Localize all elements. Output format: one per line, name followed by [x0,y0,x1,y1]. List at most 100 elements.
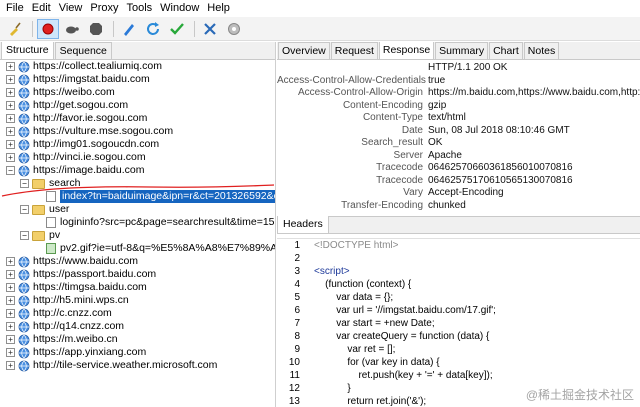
tree-node[interactable]: − search [0,177,275,190]
inspector-panel: Overview Request Response Summary Chart Notes… [277,42,640,407]
header-row[interactable]: Transfer-Encoding chunked [277,200,640,213]
response-body-editor[interactable]: 1 <!DOCTYPE html> 2 3 <script> 4 (function (c… [277,238,640,407]
expand-icon[interactable]: + [6,361,15,370]
expand-icon[interactable]: + [6,88,15,97]
record-icon[interactable] [37,18,59,39]
fold-gutter [304,278,314,291]
tree-node[interactable]: + http://img01.sogoucdn.com [0,138,275,151]
tree-node[interactable]: − user [0,203,275,216]
checkmark-icon[interactable] [166,19,188,39]
header-row[interactable]: Tracecode 06462575170610565130070816 [277,175,640,188]
menu-edit[interactable]: Edit [28,0,55,17]
header-row[interactable]: Server Apache [277,150,640,163]
tree-node[interactable]: − https://image.baidu.com [0,164,275,177]
tab-headers[interactable]: Headers [277,216,329,233]
tree-node[interactable]: + https://m.weibo.cn [0,333,275,346]
collapse-icon[interactable]: − [20,231,29,240]
tree-node[interactable]: + https://timgsa.baidu.com [0,281,275,294]
expand-icon[interactable]: + [6,153,15,162]
expand-icon[interactable]: + [6,270,15,279]
header-row[interactable]: Access-Control-Allow-Credentials true [277,75,640,88]
header-row[interactable]: Vary Accept-Encoding [277,187,640,200]
menu-help[interactable]: Help [203,0,234,17]
tree-node[interactable]: logininfo?src=pc&page=searchresult&time=… [0,216,275,229]
expand-icon[interactable]: + [6,283,15,292]
header-row[interactable]: Content-Encoding gzip [277,100,640,113]
expand-icon[interactable]: + [6,140,15,149]
pen-icon[interactable] [118,19,140,39]
collapse-icon[interactable]: − [20,205,29,214]
code-line: 3 <script> [277,265,640,278]
broom-icon[interactable] [4,19,26,39]
collapse-icon[interactable]: − [20,179,29,188]
header-row[interactable]: Content-Type text/html [277,112,640,125]
tree-node-label: https://vulture.mse.sogou.com [33,125,174,137]
tree-node-label: https://timgsa.baidu.com [33,281,147,293]
code-line: 5 var data = {}; [277,291,640,304]
tree-node-label: https://weibo.com [33,86,115,98]
tree-node-label: https://passport.baidu.com [33,268,157,280]
header-row[interactable]: HTTP/1.1 200 OK [277,62,640,75]
tab-structure[interactable]: Structure [1,42,54,59]
tree-node-label: https://collect.tealiumiq.com [33,60,162,72]
globe-icon [18,74,30,85]
tree-node[interactable]: + https://app.yinxiang.com [0,346,275,359]
header-row[interactable]: Tracecode 06462570660361856010070816 [277,162,640,175]
tree-node[interactable]: pv2.gif?ie=utf-8&q=%E5%8A%A8%E7%89%A9%E5 [0,242,275,255]
tree-node[interactable]: + http://c.cnzz.com [0,307,275,320]
expand-icon[interactable]: + [6,335,15,344]
menu-window[interactable]: Window [156,0,203,17]
tab-chart[interactable]: Chart [489,42,523,59]
refresh-icon[interactable] [142,19,164,39]
header-row[interactable]: Search_result OK [277,137,640,150]
expand-icon[interactable]: + [6,101,15,110]
tree-node[interactable]: + https://www.baidu.com [0,255,275,268]
code-text: var data = {}; [314,292,394,303]
header-row[interactable]: Access-Control-Allow-Origin https://m.bai… [277,87,640,100]
tree-node[interactable]: + http://h5.mini.wps.cn [0,294,275,307]
settings-icon[interactable] [223,19,245,39]
tree-node[interactable]: + http://get.sogou.com [0,99,275,112]
tree-node[interactable]: + http://q14.cnzz.com [0,320,275,333]
expand-icon[interactable]: + [6,309,15,318]
tools-icon[interactable] [199,19,221,39]
tree-node[interactable]: + http://vinci.ie.sogou.com [0,151,275,164]
menu-proxy[interactable]: Proxy [86,0,122,17]
tree-node[interactable]: − pv [0,229,275,242]
menu-view[interactable]: View [55,0,87,17]
tab-request[interactable]: Request [330,42,378,59]
tab-sequence[interactable]: Sequence [54,42,112,59]
collapse-icon[interactable]: − [6,166,15,175]
tree-node[interactable]: + http://tile-service.weather.microsoft.c… [0,359,275,372]
code-line: 6 var url = '//imgstat.baidu.com/17.gif'… [277,304,640,317]
expand-icon[interactable]: + [6,127,15,136]
expand-icon[interactable]: + [6,322,15,331]
expand-icon[interactable]: + [6,114,15,123]
expand-icon[interactable]: + [6,348,15,357]
expand-icon[interactable]: + [6,296,15,305]
tree-node[interactable]: + https://vulture.mse.sogou.com [0,125,275,138]
tree-node[interactable]: + https://collect.tealiumiq.com [0,60,275,73]
tree-node[interactable]: index?tn=baiduimage&ipn=r&ct=201326592&c… [0,190,275,203]
fold-gutter [304,330,314,343]
fold-gutter [304,395,314,407]
tree-node[interactable]: + https://passport.baidu.com [0,268,275,281]
tree-node[interactable]: + http://favor.ie.sogou.com [0,112,275,125]
stop-icon[interactable] [85,19,107,39]
tree-node[interactable]: + https://weibo.com [0,86,275,99]
expand-icon[interactable]: + [6,257,15,266]
turtle-icon[interactable] [61,19,83,39]
expand-icon[interactable]: + [6,62,15,71]
globe-icon [18,269,30,280]
header-row[interactable]: Date Sun, 08 Jul 2018 08:10:46 GMT [277,125,640,138]
menu-tools[interactable]: Tools [122,0,156,17]
tree-node[interactable]: + https://imgstat.baidu.com [0,73,275,86]
header-key: Content-Type [362,112,423,123]
tab-response[interactable]: Response [378,42,435,59]
tab-overview[interactable]: Overview [278,42,330,59]
tab-summary[interactable]: Summary [435,42,489,59]
expand-icon[interactable]: + [6,75,15,84]
menu-file[interactable]: File [2,0,28,17]
tab-notes[interactable]: Notes [523,42,560,59]
tree-node-label: http://h5.mini.wps.cn [33,294,129,306]
